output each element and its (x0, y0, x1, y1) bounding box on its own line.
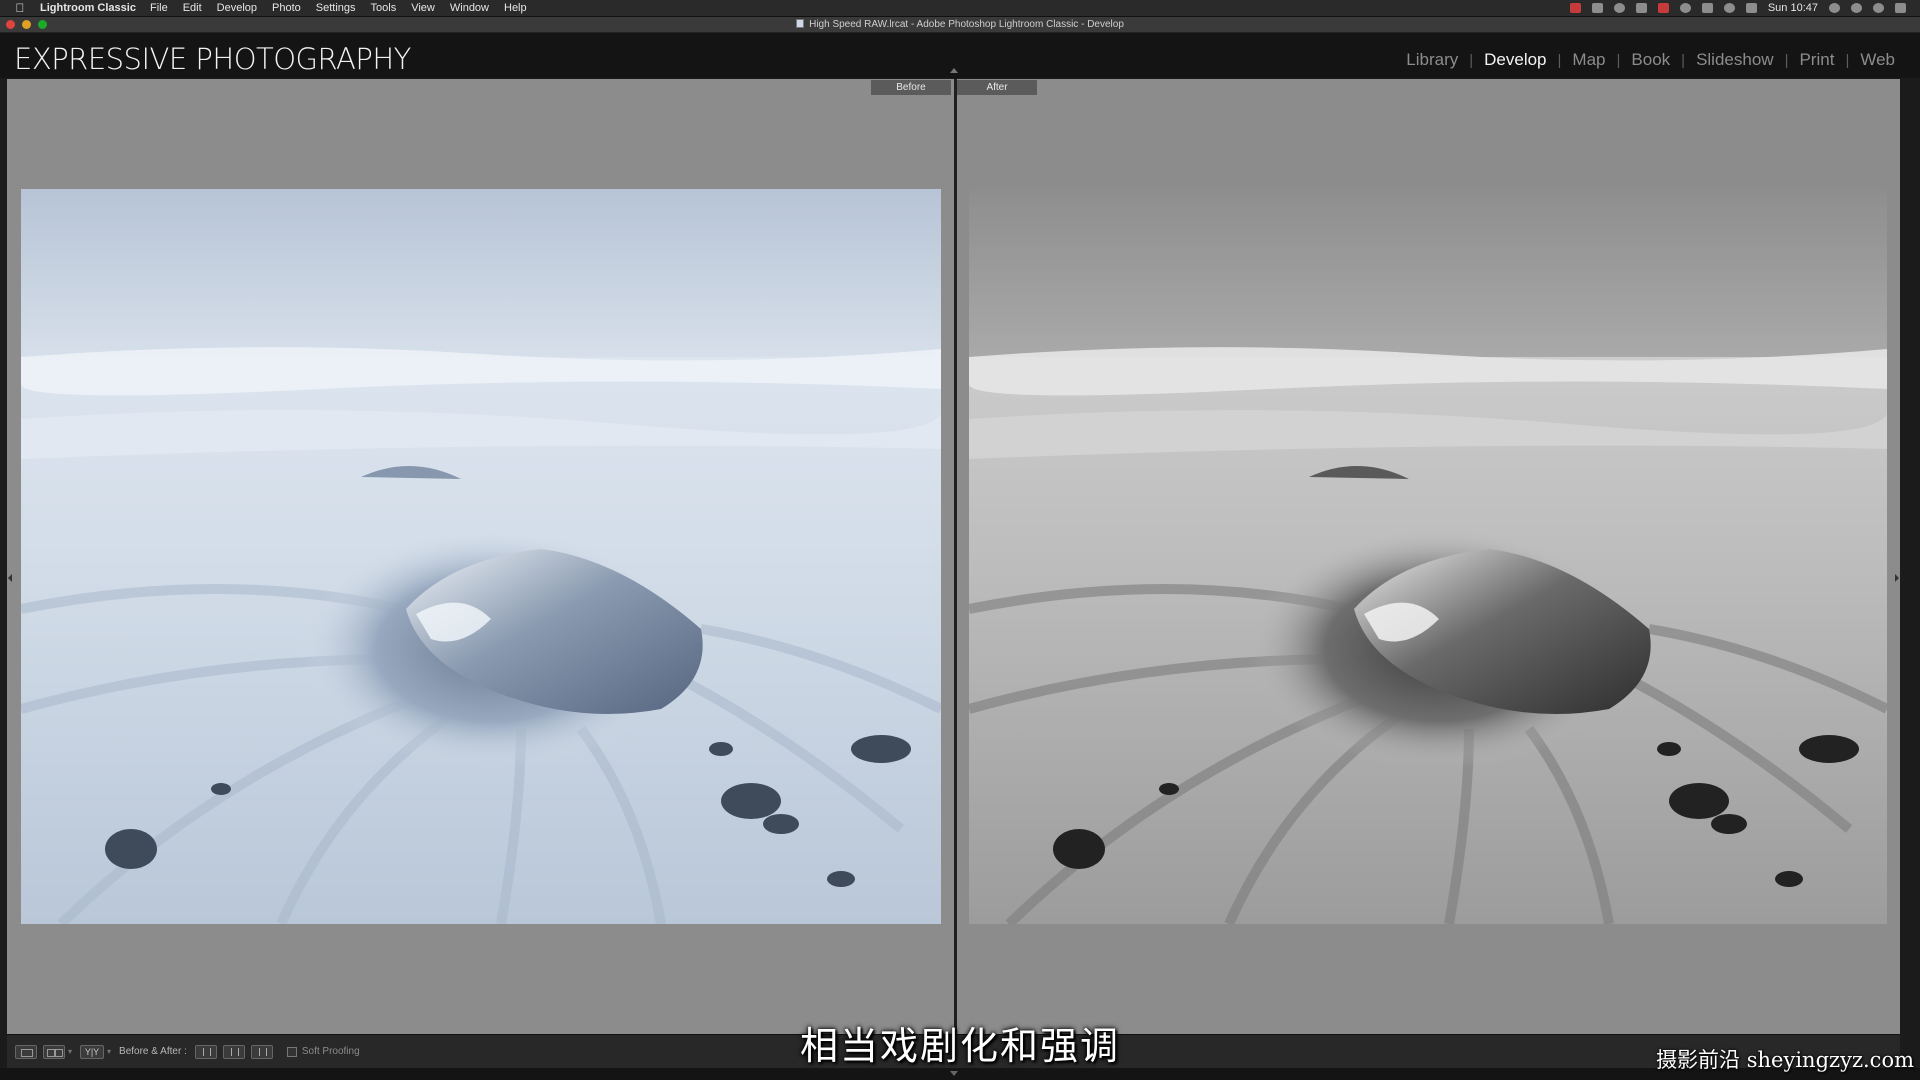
bluetooth-icon[interactable] (1591, 3, 1603, 13)
module-print[interactable]: Print (1788, 50, 1845, 70)
menu-help[interactable]: Help (504, 2, 527, 14)
right-panel-toggle-icon[interactable] (1895, 574, 1899, 582)
module-picker: Library | Develop | Map | Book | Slidesh… (1395, 50, 1906, 70)
app-status-icon[interactable] (1569, 3, 1581, 13)
menu-view[interactable]: View (411, 2, 435, 14)
siri-icon[interactable] (1873, 3, 1884, 13)
menu-window[interactable]: Window (450, 2, 489, 14)
time-machine-icon[interactable] (1679, 3, 1691, 13)
after-label: After (957, 80, 1037, 95)
module-slideshow[interactable]: Slideshow (1685, 50, 1785, 70)
identity-plate-bar: EXPRESSIVE PHOTOGRAPHY Library | Develop… (0, 33, 1920, 78)
menu-edit[interactable]: Edit (183, 2, 202, 14)
menu-develop[interactable]: Develop (217, 2, 257, 14)
before-label: Before (871, 80, 951, 95)
module-library[interactable]: Library (1395, 50, 1469, 70)
record-icon[interactable] (1657, 3, 1669, 13)
display-icon[interactable] (1635, 3, 1647, 13)
window-titlebar: High Speed RAW.lrcat - Adobe Photoshop L… (0, 17, 1920, 33)
menu-settings[interactable]: Settings (316, 2, 356, 14)
clock[interactable]: Sun 10:47 (1768, 2, 1818, 14)
flag-icon[interactable] (1829, 3, 1840, 13)
video-subtitle: 相当戏剧化和强调 (799, 1024, 1120, 1068)
apple-icon[interactable]:  (0, 1, 40, 15)
module-develop[interactable]: Develop (1473, 50, 1557, 70)
menu-app-name[interactable]: Lightroom Classic (40, 2, 136, 14)
before-photo-image (21, 189, 941, 924)
window-title-text: High Speed RAW.lrcat - Adobe Photoshop L… (809, 19, 1124, 30)
cloud-icon[interactable] (1613, 3, 1625, 13)
before-after-divider (954, 79, 957, 1034)
volume-icon[interactable] (1701, 3, 1713, 13)
module-book[interactable]: Book (1620, 50, 1681, 70)
before-photo[interactable] (21, 189, 941, 924)
after-photo[interactable] (969, 189, 1887, 924)
document-icon (796, 19, 805, 28)
left-panel-toggle-icon[interactable] (8, 574, 12, 582)
module-web[interactable]: Web (1849, 50, 1906, 70)
notification-center-icon[interactable] (1895, 3, 1906, 13)
compare-workspace: Before After (7, 79, 1900, 1034)
spotlight-search-icon[interactable] (1851, 3, 1862, 13)
identity-plate: EXPRESSIVE PHOTOGRAPHY (14, 42, 411, 76)
top-panel-toggle-icon[interactable] (950, 68, 958, 73)
filmstrip-toggle-icon[interactable] (950, 1071, 958, 1076)
wifi-icon[interactable] (1723, 3, 1735, 13)
module-map[interactable]: Map (1561, 50, 1616, 70)
menu-photo[interactable]: Photo (272, 2, 301, 14)
after-photo-image (969, 189, 1887, 924)
macos-menubar:  Lightroom Classic File Edit Develop Ph… (0, 0, 1920, 17)
status-tray: Sun 10:47 (1569, 2, 1920, 14)
eject-icon[interactable] (1745, 3, 1757, 13)
watermark: 摄影前沿 sheyingzyz.com (1656, 1048, 1914, 1072)
menu-tools[interactable]: Tools (371, 2, 397, 14)
window-title: High Speed RAW.lrcat - Adobe Photoshop L… (0, 19, 1920, 30)
menu-file[interactable]: File (150, 2, 168, 14)
